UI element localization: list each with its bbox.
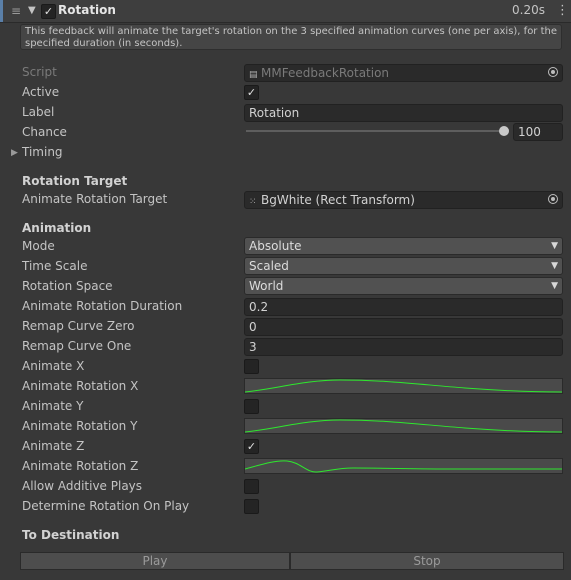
active-label: Active — [22, 85, 60, 99]
rotation-x-curve-field[interactable] — [244, 378, 563, 394]
rotation-y-label: Animate Rotation Y — [22, 419, 138, 433]
label-input[interactable]: Rotation — [244, 104, 563, 122]
to-destination-heading: To Destination — [22, 528, 120, 542]
duration-label: Animate Rotation Duration — [22, 299, 183, 313]
chance-slider-thumb[interactable] — [499, 126, 509, 136]
determine-on-play-label: Determine Rotation On Play — [22, 499, 190, 513]
chance-slider-track[interactable] — [246, 130, 503, 132]
animate-rotation-target-label: Animate Rotation Target — [22, 192, 168, 206]
drag-handle-icon[interactable]: ≡ — [11, 4, 21, 18]
rotation-y-curve — [245, 419, 562, 433]
chevron-down-icon: ▼ — [551, 261, 558, 271]
rotation-y-curve-field[interactable] — [244, 418, 563, 434]
animate-rotation-target-value: BgWhite (Rect Transform) — [261, 193, 415, 207]
chance-value-input[interactable]: 100 — [513, 123, 563, 141]
context-menu-icon[interactable]: ⋮ — [556, 3, 569, 18]
script-value: MMFeedbackRotation — [261, 66, 390, 80]
rotation-x-curve — [245, 379, 562, 393]
remap-zero-input[interactable]: 0 — [244, 318, 563, 336]
time-scale-value: Scaled — [249, 259, 289, 273]
animate-z-checkbox[interactable]: ✓ — [244, 439, 259, 454]
script-file-icon: ▤ — [249, 70, 258, 80]
animate-x-label: Animate X — [22, 359, 85, 373]
feedback-title: Rotation — [58, 3, 116, 17]
animate-y-checkbox[interactable] — [244, 399, 259, 414]
feedback-accent-bar — [0, 0, 3, 22]
chance-label: Chance — [22, 125, 67, 139]
allow-additive-label: Allow Additive Plays — [22, 479, 143, 493]
mode-dropdown[interactable]: Absolute ▼ — [244, 237, 563, 255]
object-picker-icon[interactable] — [548, 194, 558, 204]
script-field: ▤ MMFeedbackRotation — [244, 64, 563, 82]
chevron-down-icon: ▼ — [551, 241, 558, 251]
feedback-duration: 0.20s — [512, 3, 545, 17]
animate-z-label: Animate Z — [22, 439, 85, 453]
time-scale-label: Time Scale — [22, 259, 88, 273]
stop-button[interactable]: Stop — [290, 552, 564, 570]
label-label: Label — [22, 105, 55, 119]
timing-foldout-icon[interactable]: ▶ — [11, 148, 18, 158]
animate-y-label: Animate Y — [22, 399, 84, 413]
remap-zero-label: Remap Curve Zero — [22, 319, 135, 333]
rotation-z-label: Animate Rotation Z — [22, 459, 139, 473]
rect-transform-icon: ⁙ — [249, 197, 257, 207]
animate-x-checkbox[interactable] — [244, 359, 259, 374]
duration-input[interactable]: 0.2 — [244, 298, 563, 316]
time-scale-dropdown[interactable]: Scaled ▼ — [244, 257, 563, 275]
rotation-space-label: Rotation Space — [22, 279, 113, 293]
chevron-down-icon: ▼ — [551, 281, 558, 291]
remap-one-input[interactable]: 3 — [244, 338, 563, 356]
animate-rotation-target-field[interactable]: ⁙ BgWhite (Rect Transform) — [244, 191, 563, 209]
rotation-space-value: World — [249, 279, 284, 293]
mode-value: Absolute — [249, 239, 302, 253]
determine-on-play-checkbox[interactable] — [244, 499, 259, 514]
rotation-space-dropdown[interactable]: World ▼ — [244, 277, 563, 295]
active-checkbox[interactable]: ✓ — [244, 85, 259, 100]
rotation-x-label: Animate Rotation X — [22, 379, 139, 393]
rotation-z-curve-field[interactable] — [244, 458, 563, 474]
help-box: This feedback will animate the target's … — [20, 24, 562, 50]
play-button[interactable]: Play — [20, 552, 290, 570]
script-label: Script — [22, 65, 57, 79]
feedback-active-checkbox[interactable]: ✓ — [41, 4, 56, 19]
allow-additive-checkbox[interactable] — [244, 479, 259, 494]
timing-foldout-label[interactable]: Timing — [22, 145, 63, 159]
object-picker-icon — [548, 67, 558, 77]
remap-one-label: Remap Curve One — [22, 339, 132, 353]
rotation-z-curve — [245, 460, 562, 473]
mode-label: Mode — [22, 239, 55, 253]
rotation-target-heading: Rotation Target — [22, 174, 128, 188]
foldout-expanded-icon[interactable]: ▼ — [28, 5, 36, 16]
animation-heading: Animation — [22, 221, 92, 235]
